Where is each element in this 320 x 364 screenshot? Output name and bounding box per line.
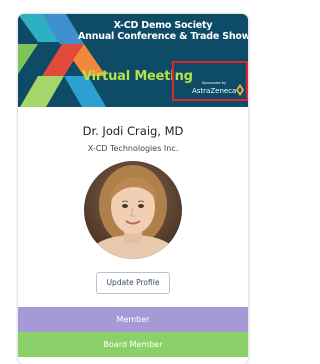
conference-title-line2: Annual Conference & Trade Show: [78, 31, 248, 42]
role-badge-board-member: Board Member: [18, 332, 248, 357]
update-profile-button[interactable]: Update Profile: [96, 272, 170, 294]
sponsor-name: AstraZeneca: [192, 87, 237, 95]
role-badge-member: Member: [18, 307, 248, 332]
profile-photo-avatar: [84, 161, 182, 259]
conference-title-line1: X-CD Demo Society: [113, 20, 213, 31]
astrazeneca-logo-icon: [236, 84, 244, 96]
profile-company: X-CD Technologies Inc.: [87, 144, 179, 153]
profile-name: Dr. Jodi Craig, MD: [82, 124, 184, 138]
profile-card: X-CD Demo Society Annual Conference & Tr…: [18, 14, 248, 364]
conference-title: X-CD Demo Society Annual Conference & Tr…: [78, 20, 248, 42]
sponsor-caption: Sponsored by: [202, 81, 226, 85]
conference-banner: X-CD Demo Society Annual Conference & Tr…: [18, 14, 248, 107]
